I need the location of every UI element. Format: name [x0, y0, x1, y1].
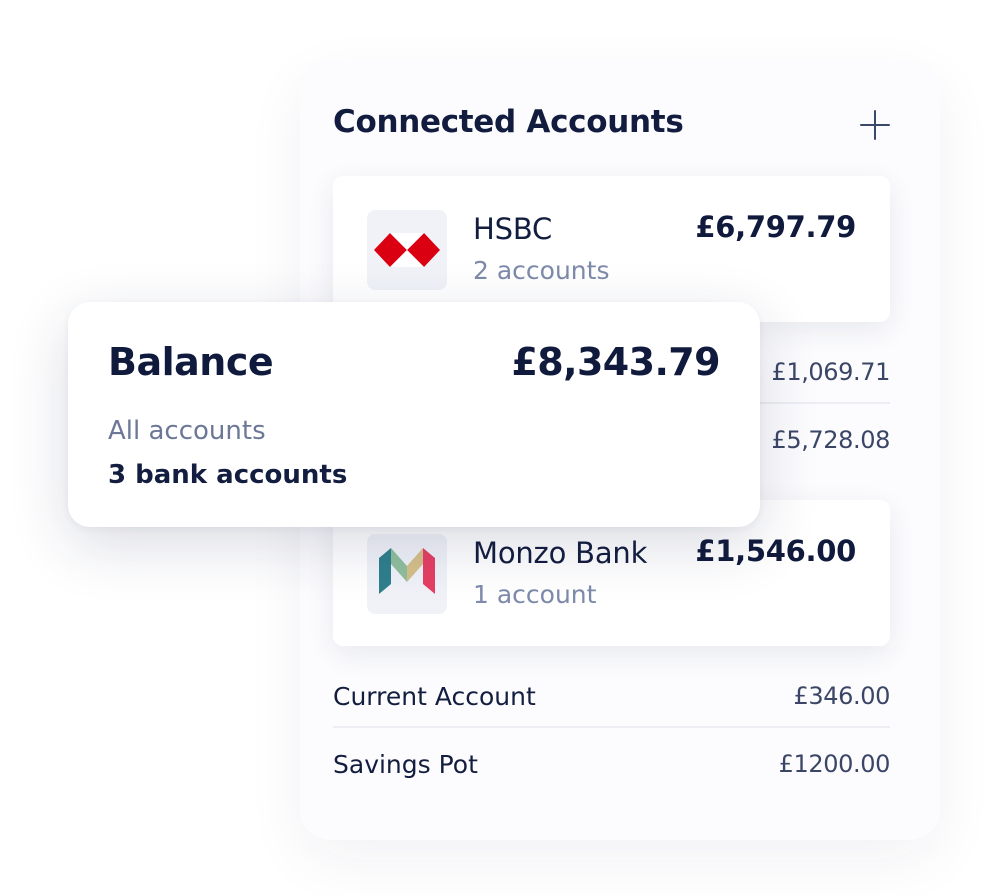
monzo-logo: [367, 534, 447, 614]
sub-account-amount: £346.00: [793, 682, 891, 710]
bank-total-amount: £1,546.00: [695, 534, 856, 568]
bank-card-hsbc[interactable]: HSBC 2 accounts £6,797.79: [333, 176, 890, 322]
hsbc-logo: [367, 210, 447, 290]
sub-account-row[interactable]: Savings Pot £1200.00: [333, 734, 890, 794]
sub-account-amount: £5,728.08: [771, 426, 890, 454]
bank-name: Monzo Bank: [473, 536, 648, 570]
balance-scope: All accounts: [108, 416, 266, 446]
sub-account-name: Current Account: [333, 681, 536, 711]
add-account-button[interactable]: [855, 106, 895, 146]
sub-account-amount: £1200.00: [778, 750, 891, 778]
sub-account-amount: £1,069.71: [771, 358, 890, 386]
balance-amount: £8,343.79: [511, 340, 720, 384]
page-title: Connected Accounts: [333, 104, 684, 140]
sub-account-row[interactable]: Current Account £346.00: [333, 666, 890, 728]
balance-summary-card[interactable]: Balance £8,343.79 All accounts 3 bank ac…: [68, 302, 760, 527]
balance-title: Balance: [108, 340, 274, 384]
bank-name: HSBC: [473, 212, 553, 246]
bank-accounts-count: 1 account: [473, 580, 597, 609]
sub-account-name: Savings Pot: [333, 749, 478, 779]
bank-total-amount: £6,797.79: [695, 210, 856, 244]
bank-accounts-count: 3 bank accounts: [108, 460, 348, 490]
bank-accounts-count: 2 accounts: [473, 256, 610, 285]
